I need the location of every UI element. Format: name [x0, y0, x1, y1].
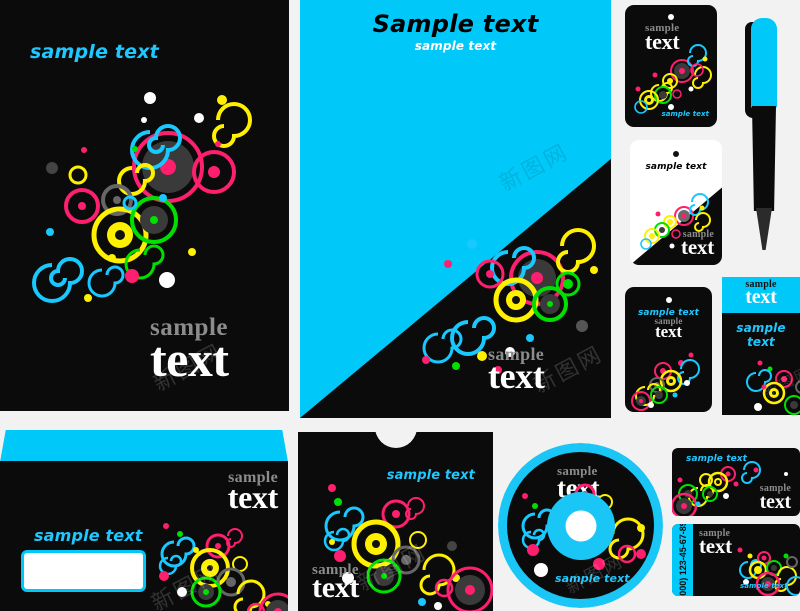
stationery-mockup-sheet: sample text sample text 新图网 Sample text … — [0, 0, 800, 611]
card-header-lockup-bottom: text — [745, 286, 777, 309]
cd-disc[interactable]: sample text sample text 新图网 — [498, 443, 663, 608]
bcard-2-lockup: sample text — [699, 528, 732, 559]
card-header-subtitle: sample text — [736, 321, 786, 349]
pen-barrel — [752, 106, 776, 211]
envelope[interactable]: sample text sample text — [0, 430, 288, 611]
decorative-ornament — [633, 44, 717, 117]
accent-dot — [784, 472, 788, 476]
bcard-2-lockup-bottom: text — [699, 534, 732, 559]
tag-light-header: sample text — [645, 162, 707, 172]
tag-dark-lockup: sample text — [645, 22, 680, 55]
pen-tip — [756, 208, 772, 250]
letterhead-title: Sample text — [372, 10, 539, 38]
pen-cap — [751, 18, 777, 108]
tag-light-lockup: sample text — [681, 229, 714, 259]
cd-sleeve-notch — [374, 432, 417, 448]
envelope-lockup-bottom: text — [227, 479, 279, 516]
tag-dark-lockup-bottom: text — [645, 29, 680, 55]
watermark: 新图网 — [495, 139, 574, 197]
cd-center-hole — [565, 510, 596, 541]
tag-hole — [665, 297, 672, 303]
letterhead-lockup: sample text — [488, 345, 545, 396]
phone-strip: (000) 123-45-67-89 — [672, 524, 693, 596]
watermark: 新图网 — [353, 539, 432, 597]
tag-light[interactable]: sample text sample text — [630, 140, 722, 265]
phone-number: (000) 123-45-67-89 — [677, 524, 688, 596]
letterhead-subtitle: sample text — [414, 39, 497, 53]
poster-lockup: sample text — [150, 315, 229, 387]
bcard-2-footer: sample text — [740, 582, 788, 590]
bcard-1-lockup-bottom: text — [759, 490, 792, 513]
envelope-lockup: sample text — [227, 469, 279, 516]
tag-dark[interactable]: sample text sample text — [625, 5, 717, 127]
letterhead[interactable]: Sample text sample text sample text 新图网 — [300, 0, 611, 418]
envelope-flap — [0, 430, 288, 462]
poster-headline: sample text — [30, 41, 159, 63]
letterhead-lockup-bottom: text — [488, 355, 545, 396]
tag-hole — [668, 14, 674, 20]
watermark: 新图网 — [761, 363, 800, 402]
tag-dark2-lockup-bottom: text — [655, 322, 682, 342]
tag-hole — [673, 151, 679, 157]
cd-footer: sample text — [555, 572, 630, 585]
business-card-1[interactable]: sample text sample text — [672, 448, 800, 516]
poster-left[interactable]: sample text sample text 新图网 — [0, 0, 289, 411]
bcard-1-header: sample text — [686, 454, 748, 464]
cd-sleeve-lockup-bottom: text — [312, 571, 360, 605]
decorative-ornament — [744, 359, 800, 415]
business-card-2[interactable]: (000) 123-45-67-89 sample text sample te… — [672, 524, 800, 596]
cd-sleeve-header: sample text — [386, 468, 475, 483]
pen[interactable] — [745, 18, 781, 250]
tag-dark2-lockup: sample text — [625, 316, 712, 342]
envelope-address-label: sample text — [34, 526, 143, 545]
card-with-band[interactable]: sample text sample text 新图网 — [722, 277, 800, 415]
poster-lockup-bottom: text — [150, 330, 229, 387]
envelope-address-window — [21, 550, 146, 592]
tag-dark-footer: sample text — [661, 110, 709, 118]
decorative-ornament — [22, 80, 282, 310]
tag-light-lockup-bottom: text — [681, 234, 714, 259]
decorative-ornament — [629, 347, 711, 411]
bcard-1-lockup: sample text — [759, 484, 792, 513]
cd-sleeve[interactable]: sample text sample text 新图网 — [298, 432, 493, 611]
tag-dark-script[interactable]: sample text sample text — [625, 287, 712, 412]
card-header-lockup: sample text — [722, 279, 800, 309]
letterhead-diagonal-panel — [300, 158, 611, 418]
cd-sleeve-lockup: sample text — [312, 562, 360, 605]
